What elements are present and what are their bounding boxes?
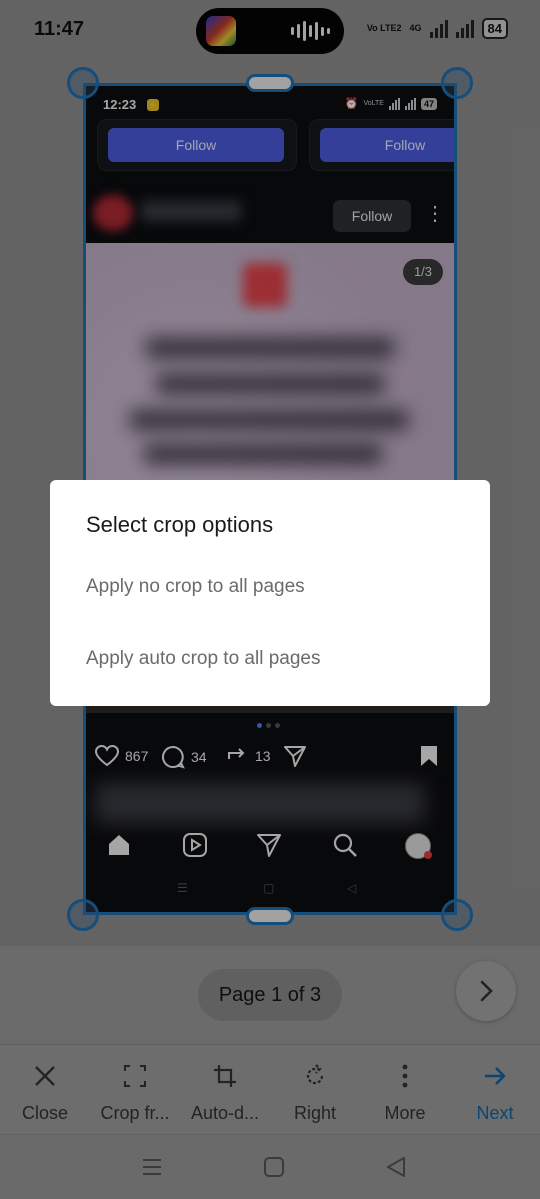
option-no-crop[interactable]: Apply no crop to all pages xyxy=(86,576,305,598)
option-auto-crop[interactable]: Apply auto crop to all pages xyxy=(86,648,321,670)
dialog-title: Select crop options xyxy=(86,512,274,537)
crop-options-dialog: Select crop options Apply no crop to all… xyxy=(50,480,490,706)
